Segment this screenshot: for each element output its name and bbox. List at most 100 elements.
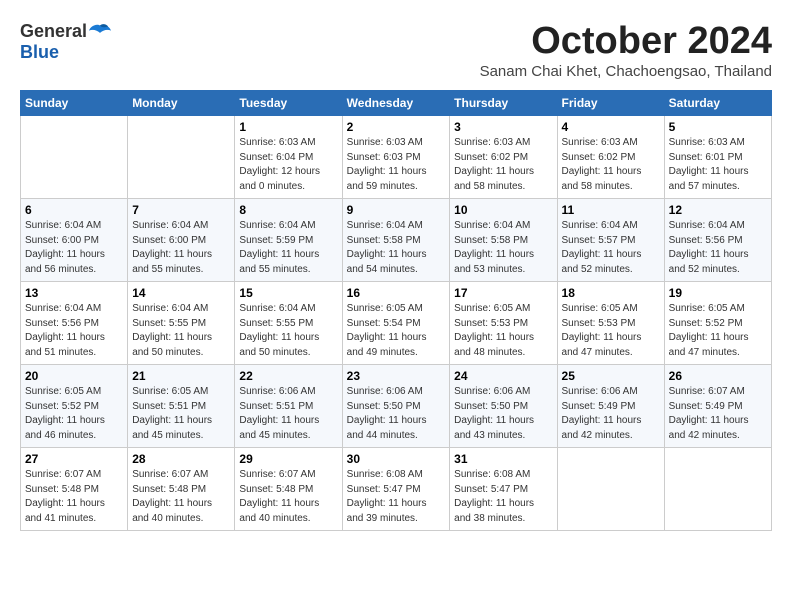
day-info: Sunrise: 6:05 AM Sunset: 5:53 PM Dayligh… (454, 302, 552, 360)
sunset-text: Sunset: 5:47 PM (454, 484, 528, 495)
day-info: Sunrise: 6:04 AM Sunset: 5:58 PM Dayligh… (347, 219, 446, 277)
calendar-cell: 28 Sunrise: 6:07 AM Sunset: 5:48 PM Dayl… (128, 448, 235, 531)
header-wednesday: Wednesday (342, 91, 450, 116)
day-info: Sunrise: 6:07 AM Sunset: 5:48 PM Dayligh… (132, 468, 230, 526)
daylight-text: Daylight: 11 hours and 52 minutes. (669, 249, 749, 275)
daylight-text: Daylight: 11 hours and 40 minutes. (132, 498, 212, 524)
sunset-text: Sunset: 6:00 PM (132, 235, 206, 246)
day-number: 16 (347, 286, 446, 300)
header-tuesday: Tuesday (235, 91, 342, 116)
sunrise-text: Sunrise: 6:05 AM (347, 303, 423, 314)
sunrise-text: Sunrise: 6:05 AM (454, 303, 530, 314)
day-number: 15 (239, 286, 337, 300)
page-header: General Blue October 2024 Sanam Chai Khe… (20, 20, 772, 80)
day-info: Sunrise: 6:04 AM Sunset: 5:58 PM Dayligh… (454, 219, 552, 277)
calendar-cell: 22 Sunrise: 6:06 AM Sunset: 5:51 PM Dayl… (235, 365, 342, 448)
day-info: Sunrise: 6:05 AM Sunset: 5:52 PM Dayligh… (669, 302, 767, 360)
calendar-cell: 16 Sunrise: 6:05 AM Sunset: 5:54 PM Dayl… (342, 282, 450, 365)
sunrise-text: Sunrise: 6:04 AM (669, 220, 745, 231)
daylight-text: Daylight: 11 hours and 40 minutes. (239, 498, 319, 524)
day-info: Sunrise: 6:03 AM Sunset: 6:02 PM Dayligh… (562, 136, 660, 194)
day-info: Sunrise: 6:06 AM Sunset: 5:51 PM Dayligh… (239, 385, 337, 443)
sunrise-text: Sunrise: 6:04 AM (132, 220, 208, 231)
day-number: 8 (239, 203, 337, 217)
day-info: Sunrise: 6:04 AM Sunset: 5:55 PM Dayligh… (239, 302, 337, 360)
daylight-text: Daylight: 11 hours and 42 minutes. (562, 415, 642, 441)
day-info: Sunrise: 6:03 AM Sunset: 6:02 PM Dayligh… (454, 136, 552, 194)
sunset-text: Sunset: 5:55 PM (239, 318, 313, 329)
sunset-text: Sunset: 5:56 PM (25, 318, 99, 329)
calendar-cell: 21 Sunrise: 6:05 AM Sunset: 5:51 PM Dayl… (128, 365, 235, 448)
daylight-text: Daylight: 11 hours and 43 minutes. (454, 415, 534, 441)
sunrise-text: Sunrise: 6:04 AM (239, 303, 315, 314)
calendar-week-2: 6 Sunrise: 6:04 AM Sunset: 6:00 PM Dayli… (21, 199, 772, 282)
calendar-cell: 13 Sunrise: 6:04 AM Sunset: 5:56 PM Dayl… (21, 282, 128, 365)
day-number: 22 (239, 369, 337, 383)
calendar-week-4: 20 Sunrise: 6:05 AM Sunset: 5:52 PM Dayl… (21, 365, 772, 448)
logo-general: General (20, 21, 87, 42)
calendar-cell: 19 Sunrise: 6:05 AM Sunset: 5:52 PM Dayl… (664, 282, 771, 365)
daylight-text: Daylight: 11 hours and 52 minutes. (562, 249, 642, 275)
location-subtitle: Sanam Chai Khet, Chachoengsao, Thailand (480, 63, 772, 80)
day-number: 23 (347, 369, 446, 383)
sunset-text: Sunset: 5:58 PM (454, 235, 528, 246)
sunset-text: Sunset: 5:48 PM (25, 484, 99, 495)
daylight-text: Daylight: 12 hours and 0 minutes. (239, 166, 320, 192)
sunrise-text: Sunrise: 6:03 AM (454, 137, 530, 148)
day-info: Sunrise: 6:04 AM Sunset: 5:56 PM Dayligh… (669, 219, 767, 277)
logo: General Blue (20, 20, 111, 63)
calendar-cell: 18 Sunrise: 6:05 AM Sunset: 5:53 PM Dayl… (557, 282, 664, 365)
day-number: 19 (669, 286, 767, 300)
sunset-text: Sunset: 5:58 PM (347, 235, 421, 246)
sunrise-text: Sunrise: 6:03 AM (239, 137, 315, 148)
day-number: 4 (562, 120, 660, 134)
calendar-cell: 1 Sunrise: 6:03 AM Sunset: 6:04 PM Dayli… (235, 116, 342, 199)
day-number: 9 (347, 203, 446, 217)
calendar-cell (557, 448, 664, 531)
day-number: 25 (562, 369, 660, 383)
daylight-text: Daylight: 11 hours and 57 minutes. (669, 166, 749, 192)
sunrise-text: Sunrise: 6:08 AM (347, 469, 423, 480)
day-number: 5 (669, 120, 767, 134)
sunset-text: Sunset: 5:50 PM (347, 401, 421, 412)
calendar-cell (664, 448, 771, 531)
sunrise-text: Sunrise: 6:07 AM (239, 469, 315, 480)
calendar-cell: 24 Sunrise: 6:06 AM Sunset: 5:50 PM Dayl… (450, 365, 557, 448)
daylight-text: Daylight: 11 hours and 58 minutes. (454, 166, 534, 192)
calendar-cell (21, 116, 128, 199)
daylight-text: Daylight: 11 hours and 47 minutes. (669, 332, 749, 358)
day-info: Sunrise: 6:05 AM Sunset: 5:53 PM Dayligh… (562, 302, 660, 360)
sunset-text: Sunset: 5:53 PM (562, 318, 636, 329)
day-number: 2 (347, 120, 446, 134)
day-info: Sunrise: 6:05 AM Sunset: 5:51 PM Dayligh… (132, 385, 230, 443)
daylight-text: Daylight: 11 hours and 56 minutes. (25, 249, 105, 275)
daylight-text: Daylight: 11 hours and 44 minutes. (347, 415, 427, 441)
day-number: 18 (562, 286, 660, 300)
daylight-text: Daylight: 11 hours and 51 minutes. (25, 332, 105, 358)
sunrise-text: Sunrise: 6:05 AM (132, 386, 208, 397)
sunset-text: Sunset: 5:51 PM (239, 401, 313, 412)
day-info: Sunrise: 6:06 AM Sunset: 5:50 PM Dayligh… (347, 385, 446, 443)
calendar-cell: 2 Sunrise: 6:03 AM Sunset: 6:03 PM Dayli… (342, 116, 450, 199)
calendar-cell: 31 Sunrise: 6:08 AM Sunset: 5:47 PM Dayl… (450, 448, 557, 531)
calendar-cell: 7 Sunrise: 6:04 AM Sunset: 6:00 PM Dayli… (128, 199, 235, 282)
day-number: 31 (454, 452, 552, 466)
day-info: Sunrise: 6:08 AM Sunset: 5:47 PM Dayligh… (347, 468, 446, 526)
calendar-table: Sunday Monday Tuesday Wednesday Thursday… (20, 90, 772, 531)
day-info: Sunrise: 6:03 AM Sunset: 6:01 PM Dayligh… (669, 136, 767, 194)
sunset-text: Sunset: 5:48 PM (239, 484, 313, 495)
sunrise-text: Sunrise: 6:07 AM (132, 469, 208, 480)
daylight-text: Daylight: 11 hours and 47 minutes. (562, 332, 642, 358)
calendar-cell: 5 Sunrise: 6:03 AM Sunset: 6:01 PM Dayli… (664, 116, 771, 199)
calendar-cell: 14 Sunrise: 6:04 AM Sunset: 5:55 PM Dayl… (128, 282, 235, 365)
sunset-text: Sunset: 5:52 PM (25, 401, 99, 412)
sunset-text: Sunset: 6:00 PM (25, 235, 99, 246)
title-section: October 2024 Sanam Chai Khet, Chachoengs… (480, 20, 772, 80)
day-info: Sunrise: 6:06 AM Sunset: 5:50 PM Dayligh… (454, 385, 552, 443)
sunrise-text: Sunrise: 6:04 AM (562, 220, 638, 231)
sunset-text: Sunset: 6:02 PM (454, 152, 528, 163)
calendar-cell: 26 Sunrise: 6:07 AM Sunset: 5:49 PM Dayl… (664, 365, 771, 448)
sunrise-text: Sunrise: 6:06 AM (454, 386, 530, 397)
sunrise-text: Sunrise: 6:03 AM (669, 137, 745, 148)
day-number: 14 (132, 286, 230, 300)
